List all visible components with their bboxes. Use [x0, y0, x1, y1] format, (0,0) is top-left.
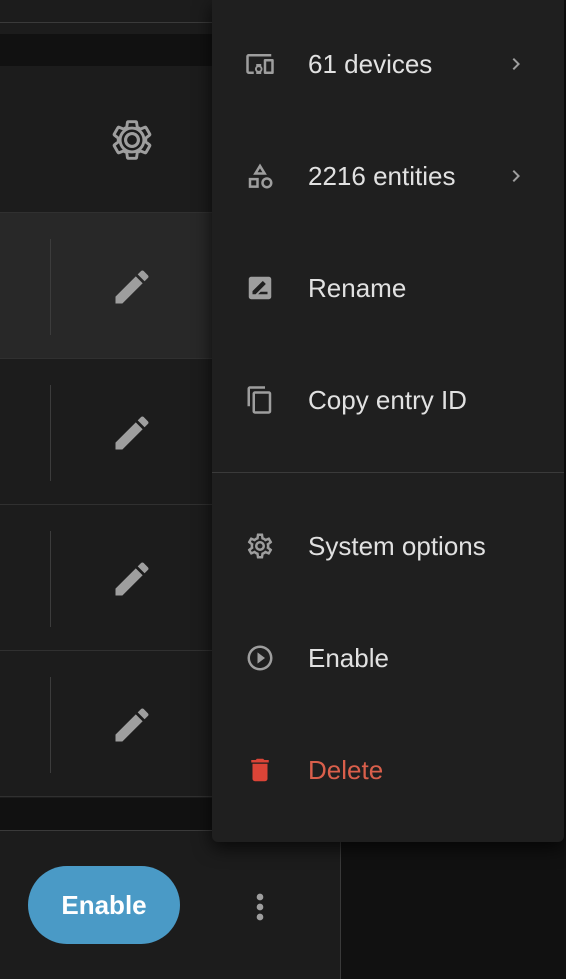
- menu-item-label: 61 devices: [308, 48, 433, 79]
- pencil-icon[interactable]: [108, 555, 156, 603]
- rename-box-icon: [244, 272, 276, 304]
- card-footer: Enable: [0, 830, 341, 979]
- menu-divider: [212, 472, 564, 473]
- row-divider: [50, 385, 51, 481]
- menu-item-copy-entry-id[interactable]: Copy entry ID: [212, 344, 564, 456]
- gear-icon: [244, 530, 276, 562]
- play-circle-icon: [244, 642, 276, 674]
- pencil-icon[interactable]: [108, 701, 156, 749]
- content-copy-icon: [244, 384, 276, 416]
- menu-item-label: Copy entry ID: [308, 384, 467, 415]
- overflow-menu: 61 devices 2216 entities Rename Copy ent…: [212, 0, 564, 842]
- shapes-icon: [244, 160, 276, 192]
- menu-item-label: 2216 entities: [308, 160, 456, 191]
- enable-button[interactable]: Enable: [28, 866, 180, 944]
- delete-icon: [244, 754, 276, 786]
- menu-item-enable[interactable]: Enable: [212, 602, 564, 714]
- menu-item-label: Delete: [308, 754, 384, 785]
- row-divider: [50, 531, 51, 627]
- menu-item-rename[interactable]: Rename: [212, 232, 564, 344]
- menu-item-devices[interactable]: 61 devices: [212, 8, 564, 120]
- pencil-icon[interactable]: [108, 263, 156, 311]
- dots-vertical-icon[interactable]: [238, 885, 282, 929]
- chevron-right-icon: [504, 52, 528, 76]
- row-divider: [50, 677, 51, 773]
- menu-item-entities[interactable]: 2216 entities: [212, 120, 564, 232]
- pencil-icon[interactable]: [108, 409, 156, 457]
- row-divider: [50, 239, 51, 335]
- chevron-right-icon: [504, 164, 528, 188]
- gear-icon[interactable]: [106, 114, 158, 166]
- devices-icon: [244, 48, 276, 80]
- menu-item-label: Enable: [308, 642, 389, 673]
- menu-item-label: System options: [308, 530, 486, 561]
- menu-item-label: Rename: [308, 272, 407, 303]
- menu-item-delete[interactable]: Delete: [212, 714, 564, 826]
- menu-item-system-options[interactable]: System options: [212, 490, 564, 602]
